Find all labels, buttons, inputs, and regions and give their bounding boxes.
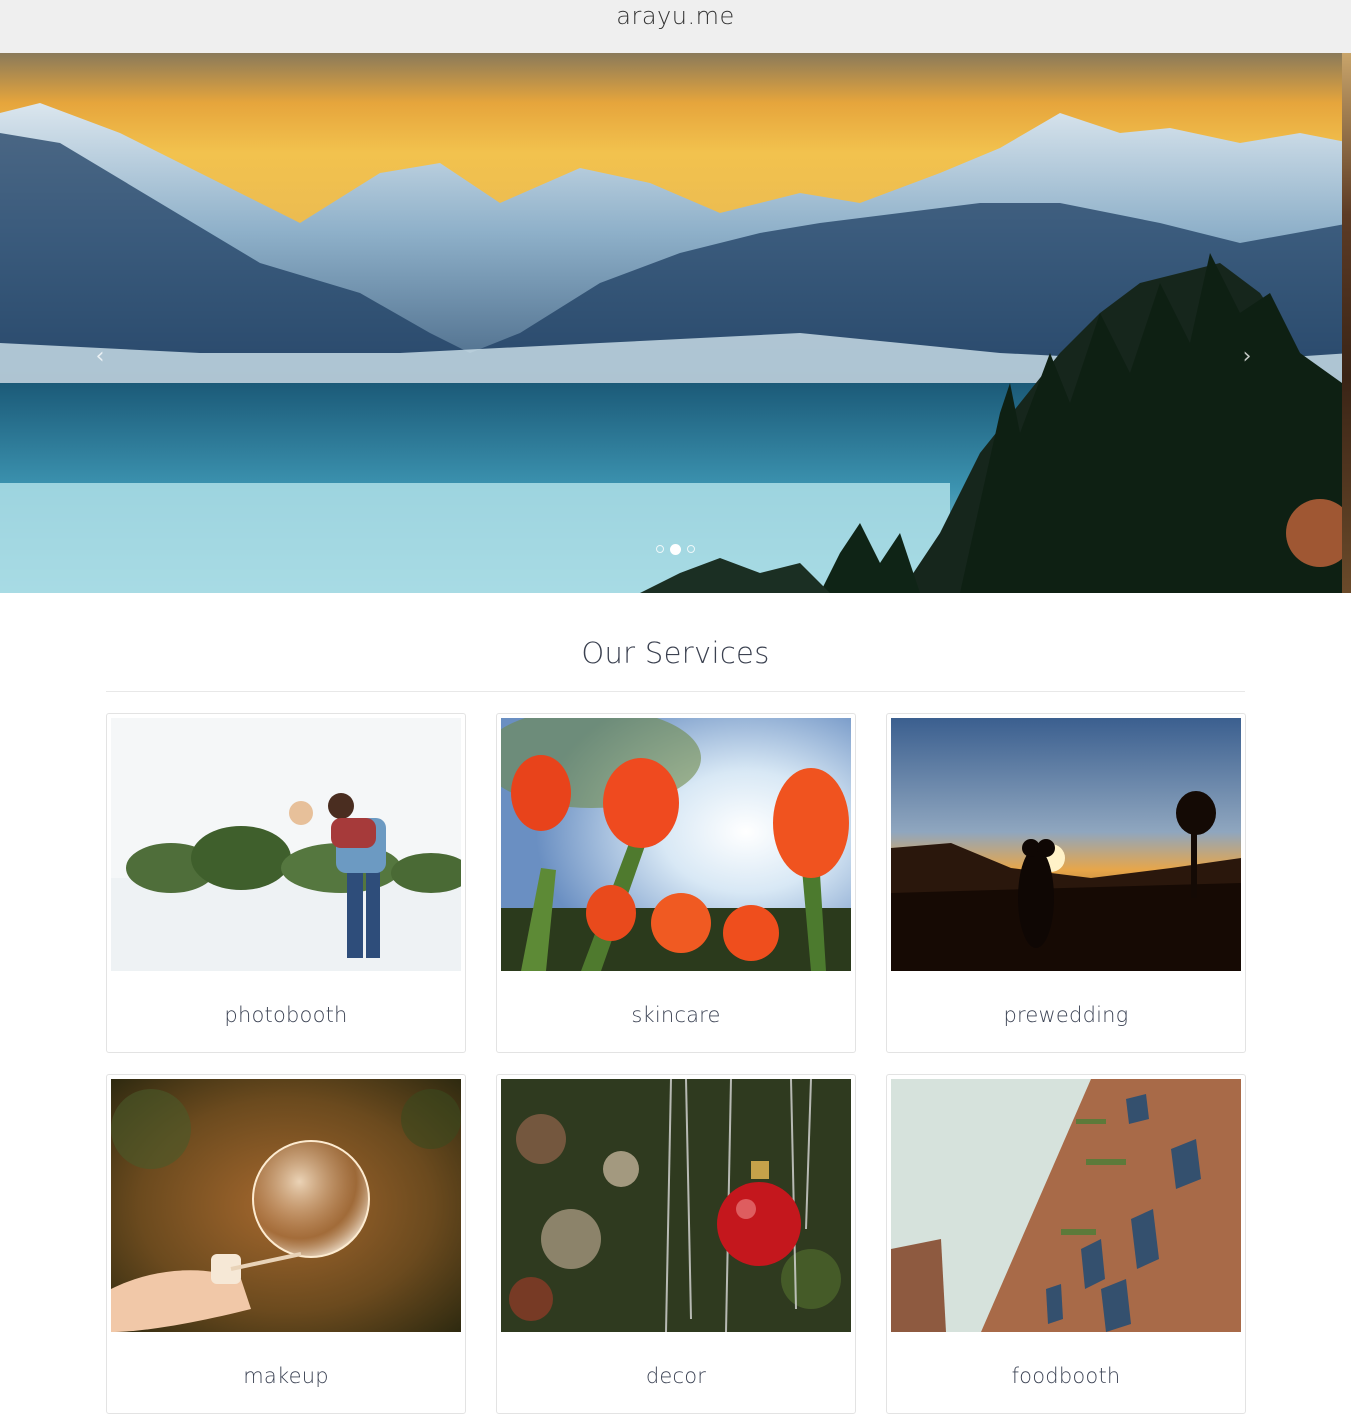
service-image-photobooth [111,718,461,971]
service-card-skincare[interactable]: skincare [496,713,856,1053]
service-image-decor [501,1079,851,1332]
hero-carousel: ‹ › [0,53,1351,593]
service-image-foodbooth [891,1079,1241,1332]
services-grid: photobooth skincare prewedding makeup de… [106,713,1246,1414]
service-label: makeup [243,1364,329,1388]
carousel-indicator-1[interactable] [656,545,664,553]
carousel-indicators [0,544,1351,555]
services-title: Our Services [581,636,770,670]
service-image-makeup [111,1079,461,1332]
top-navbar: arayu.me [0,0,1351,53]
services-divider [106,691,1245,692]
service-card-makeup[interactable]: makeup [106,1074,466,1414]
hero-edge-strip [1342,53,1351,593]
brand-logo-link[interactable]: arayu.me [0,2,1351,30]
service-label: prewedding [1003,1003,1129,1027]
service-label: skincare [631,1003,721,1027]
services-section: Our Services photobooth skincare prewedd… [106,593,1246,1414]
service-label: decor [645,1364,707,1388]
service-card-decor[interactable]: decor [496,1074,856,1414]
service-card-photobooth[interactable]: photobooth [106,713,466,1053]
carousel-indicator-3[interactable] [687,545,695,553]
carousel-next-arrow-icon[interactable]: › [1235,343,1259,371]
service-label: foodbooth [1011,1364,1121,1388]
service-card-foodbooth[interactable]: foodbooth [886,1074,1246,1414]
hero-mountain-image [0,53,1351,593]
service-label: photobooth [224,1003,348,1027]
carousel-indicator-2[interactable] [670,544,681,555]
service-image-prewedding [891,718,1241,971]
service-card-prewedding[interactable]: prewedding [886,713,1246,1053]
carousel-prev-arrow-icon[interactable]: ‹ [88,343,112,371]
service-image-skincare [501,718,851,971]
